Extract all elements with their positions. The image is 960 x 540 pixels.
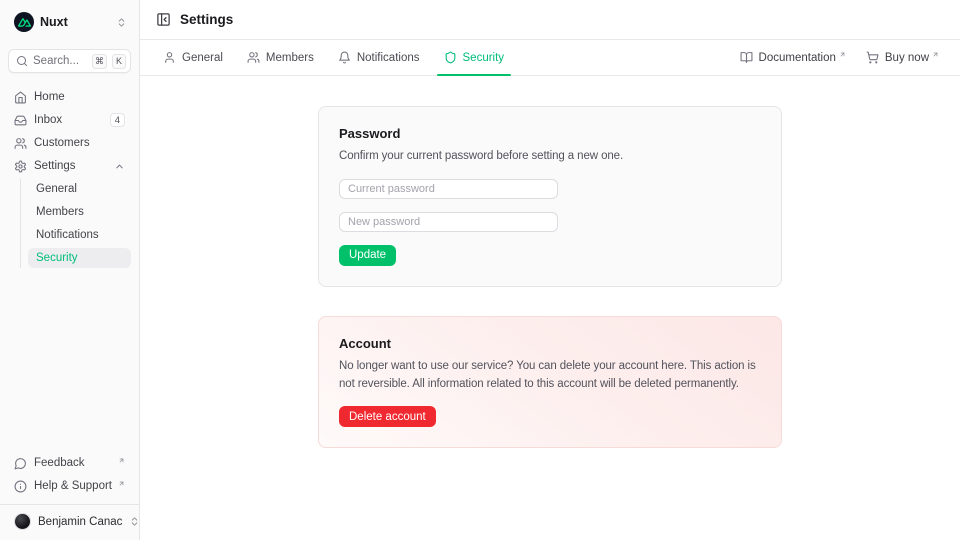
- tab-bar: General Members Notifications Security: [140, 40, 960, 76]
- chevron-up-icon: [114, 161, 125, 172]
- page-header: Settings: [140, 0, 960, 40]
- workspace-switcher[interactable]: Nuxt: [8, 10, 131, 34]
- sidebar-item-label: Help & Support: [34, 480, 114, 492]
- external-link-icon: [932, 51, 939, 58]
- sidebar-item-label: Inbox: [34, 114, 103, 126]
- current-password-input[interactable]: [339, 179, 558, 199]
- home-icon: [14, 91, 27, 104]
- header-actions: Documentation Buy now: [735, 40, 944, 75]
- nuxt-logo: [14, 12, 34, 32]
- external-link-icon: [839, 51, 846, 58]
- update-password-button[interactable]: Update: [339, 245, 396, 266]
- account-card-title: Account: [339, 336, 761, 351]
- sidebar-item-label: General: [36, 183, 125, 195]
- gear-icon: [14, 160, 27, 173]
- user-menu[interactable]: Benjamin Canac: [8, 511, 131, 532]
- sidebar-item-label: Feedback: [34, 457, 114, 469]
- sidebar-item-notifications[interactable]: Notifications: [28, 225, 131, 245]
- tab-members[interactable]: Members: [240, 40, 321, 75]
- sidebar-spacer: [8, 268, 131, 453]
- settings-security-content: Password Confirm your current password b…: [140, 76, 960, 540]
- password-card: Password Confirm your current password b…: [318, 106, 782, 287]
- sidebar-item-label: Settings: [34, 160, 107, 172]
- user-icon: [163, 51, 176, 64]
- sidebar-item-customers[interactable]: Customers: [8, 133, 131, 153]
- bell-icon: [338, 51, 351, 64]
- sidebar-item-settings[interactable]: Settings: [8, 156, 131, 176]
- sidebar-item-help-support[interactable]: Help & Support: [8, 476, 131, 496]
- sidebar-footer: Feedback Help & Support: [8, 453, 131, 496]
- sidebar-item-home[interactable]: Home: [8, 87, 131, 107]
- search-placeholder: Search...: [33, 55, 87, 67]
- info-circle-icon: [14, 480, 27, 493]
- account-card-description: No longer want to use our service? You c…: [339, 358, 761, 394]
- documentation-label: Documentation: [759, 52, 836, 64]
- external-link-icon: [118, 457, 125, 464]
- tab-label: General: [182, 52, 223, 64]
- sidebar: Nuxt Search... ⌘ K Home Inbox 4: [0, 0, 140, 540]
- buy-now-label: Buy now: [885, 52, 929, 64]
- sidebar-item-label: Members: [36, 206, 125, 218]
- panel-collapse-icon[interactable]: [156, 12, 171, 27]
- workspace-name: Nuxt: [40, 15, 110, 29]
- user-name: Benjamin Canac: [38, 516, 122, 528]
- kbd-k: K: [112, 54, 126, 69]
- sidebar-item-inbox[interactable]: Inbox 4: [8, 110, 131, 130]
- external-link-icon: [118, 480, 125, 487]
- sidebar-item-general[interactable]: General: [28, 179, 131, 199]
- users-icon: [247, 51, 260, 64]
- tab-label: Notifications: [357, 52, 420, 64]
- sidebar-item-feedback[interactable]: Feedback: [8, 453, 131, 473]
- search-icon: [16, 55, 28, 67]
- sidebar-item-security[interactable]: Security: [28, 248, 131, 268]
- password-card-description: Confirm your current password before set…: [339, 148, 761, 166]
- delete-account-button[interactable]: Delete account: [339, 406, 436, 427]
- sidebar-item-label: Security: [36, 252, 125, 264]
- chevrons-up-down-icon: [129, 516, 140, 527]
- sidebar-item-label: Home: [34, 91, 125, 103]
- password-card-title: Password: [339, 126, 761, 141]
- main-panel: Settings General Members Notifications: [140, 0, 960, 540]
- buy-now-button[interactable]: Buy now: [861, 47, 944, 68]
- search-input[interactable]: Search... ⌘ K: [8, 49, 131, 73]
- tab-label: Members: [266, 52, 314, 64]
- users-icon: [14, 137, 27, 150]
- avatar: [14, 513, 31, 530]
- new-password-input[interactable]: [339, 212, 558, 232]
- tab-notifications[interactable]: Notifications: [331, 40, 427, 75]
- sidebar-nav: Home Inbox 4 Customers Settings: [8, 87, 131, 268]
- sidebar-item-label: Customers: [34, 137, 125, 149]
- settings-subnav: General Members Notifications Security: [20, 179, 131, 268]
- book-open-icon: [740, 51, 753, 64]
- inbox-count-badge: 4: [110, 113, 125, 127]
- message-circle-icon: [14, 457, 27, 470]
- inbox-icon: [14, 114, 27, 127]
- divider: [0, 504, 139, 505]
- documentation-button[interactable]: Documentation: [735, 47, 851, 68]
- shield-icon: [444, 51, 457, 64]
- tabs: General Members Notifications Security: [156, 40, 511, 75]
- sidebar-item-label: Notifications: [36, 229, 125, 241]
- sidebar-item-members[interactable]: Members: [28, 202, 131, 222]
- page-title: Settings: [180, 12, 233, 27]
- tab-general[interactable]: General: [156, 40, 230, 75]
- account-card: Account No longer want to use our servic…: [318, 316, 782, 449]
- tab-security[interactable]: Security: [437, 40, 512, 75]
- kbd-meta: ⌘: [92, 54, 107, 69]
- shopping-cart-icon: [866, 51, 879, 64]
- chevrons-up-down-icon[interactable]: [116, 17, 127, 28]
- tab-label: Security: [463, 52, 505, 64]
